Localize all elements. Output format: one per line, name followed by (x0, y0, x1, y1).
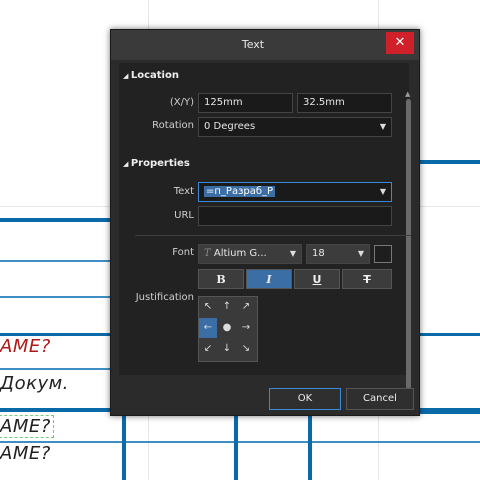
schematic-line (0, 296, 110, 298)
schematic-line (0, 218, 110, 222)
chevron-down-icon: ▼ (379, 122, 386, 131)
bold-button[interactable]: B (198, 269, 244, 289)
arrow-left-icon[interactable]: ← (199, 318, 217, 338)
ok-button[interactable]: OK (269, 388, 341, 410)
schematic-line (0, 260, 110, 262)
arrow-down-icon[interactable]: ↓ (218, 339, 236, 359)
xy-label: (X/Y) (169, 97, 194, 108)
text-value-dropdown[interactable]: =п_Разраб_Р ▼ (198, 182, 392, 202)
underline-button[interactable]: U (294, 269, 340, 289)
chevron-down-icon: ▼ (289, 249, 296, 258)
schematic-line (308, 412, 312, 480)
font-size-value: 18 (312, 248, 325, 259)
url-field[interactable] (198, 206, 392, 226)
arrow-right-icon[interactable]: → (237, 318, 255, 338)
strikethrough-button[interactable]: T (342, 269, 392, 289)
collapse-icon: ◢ (123, 160, 131, 168)
arrow-up-left-icon[interactable]: ↖ (199, 297, 217, 317)
font-color-swatch[interactable] (374, 245, 392, 263)
rotation-value: 0 Degrees (204, 121, 256, 132)
font-label: Font (172, 247, 194, 258)
properties-heading: Properties (130, 158, 190, 169)
text-properties-dialog: Text ✕ ▲ ▼ ◢ Location (X/Y) 125mm 32.5mm… (110, 29, 420, 416)
dialog-titlebar[interactable]: Text ✕ (111, 30, 419, 60)
location-section-header[interactable]: ◢ Location (123, 70, 179, 81)
font-type-icon: T (204, 248, 214, 259)
schematic-line (234, 412, 238, 480)
properties-section-header[interactable]: ◢ Properties (123, 158, 190, 169)
close-button[interactable]: ✕ (386, 32, 414, 54)
x-field[interactable]: 125mm (198, 93, 293, 113)
scroll-up-icon[interactable]: ▲ (405, 90, 410, 98)
schematic-line (418, 333, 480, 336)
scrollbar[interactable] (406, 99, 411, 389)
divider (135, 235, 411, 236)
center-dot-icon[interactable]: ● (218, 318, 236, 338)
chevron-down-icon: ▼ (357, 249, 364, 258)
justification-grid: ↖ ↑ ↗ ← ● → ↙ ↓ ↘ (198, 296, 258, 362)
font-size-dropdown[interactable]: 18 ▼ (306, 244, 370, 264)
schematic-line (122, 412, 126, 480)
chevron-down-icon: ▼ (379, 187, 386, 196)
schematic-text: Докум. (0, 373, 69, 394)
schematic-text: AME? (0, 443, 51, 464)
font-dropdown[interactable]: T Altium G... ▼ (198, 244, 302, 264)
properties-panel: ▲ ▼ ◢ Location (X/Y) 125mm 32.5mm Rotati… (119, 63, 411, 401)
schematic-line (418, 160, 480, 164)
cancel-button[interactable]: Cancel (346, 388, 414, 410)
font-name: Altium G... (213, 248, 267, 259)
schematic-text: AME? (0, 336, 51, 357)
url-label: URL (174, 210, 194, 221)
text-label: Text (173, 186, 194, 197)
arrow-down-left-icon[interactable]: ↙ (199, 339, 217, 359)
arrow-up-right-icon[interactable]: ↗ (237, 297, 255, 317)
y-field[interactable]: 32.5mm (297, 93, 392, 113)
schematic-line (0, 441, 480, 443)
location-heading: Location (130, 70, 179, 81)
rotation-label: Rotation (152, 120, 194, 131)
dialog-title: Text (241, 38, 265, 51)
italic-button[interactable]: I (246, 269, 292, 289)
justification-label: Justification (135, 292, 194, 303)
collapse-icon: ◢ (123, 72, 131, 80)
text-value: =п_Разраб_Р (204, 186, 276, 197)
arrow-down-right-icon[interactable]: ↘ (237, 339, 255, 359)
close-icon: ✕ (394, 35, 406, 50)
schematic-line (0, 368, 110, 370)
schematic-text-selected[interactable]: AME? (0, 415, 54, 438)
arrow-up-icon[interactable]: ↑ (218, 297, 236, 317)
rotation-dropdown[interactable]: 0 Degrees ▼ (198, 117, 392, 137)
